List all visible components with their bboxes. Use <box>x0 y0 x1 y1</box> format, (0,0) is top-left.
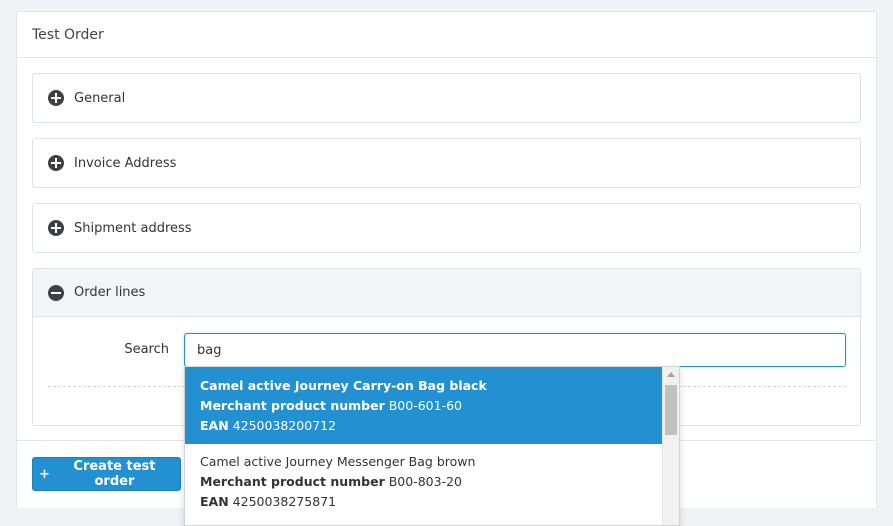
result-mpn-value: B00-803-20 <box>388 474 463 489</box>
section-general[interactable]: General <box>32 73 861 123</box>
search-label: Search <box>124 342 169 357</box>
result-name: Camel active Journey Carry-on Bag black <box>200 378 487 393</box>
section-invoice-address[interactable]: Invoice Address <box>32 138 861 188</box>
section-general-header[interactable]: General <box>33 74 860 122</box>
result-ean-label: EAN <box>200 418 229 433</box>
dropdown-scrollbar[interactable] <box>662 367 679 525</box>
panel-title: Test Order <box>32 26 104 43</box>
search-results-dropdown: Camel active Journey Carry-on Bag black … <box>184 366 680 526</box>
panel-header: Test Order <box>17 12 876 58</box>
result-ean-label: EAN <box>200 494 229 509</box>
plus-icon: + <box>39 466 50 482</box>
result-mpn-row: Merchant product number B00-601-60 <box>200 396 648 416</box>
result-mpn-label: Merchant product number <box>200 398 385 413</box>
result-ean-value: 4250038200712 <box>232 418 337 433</box>
search-row: Search <box>33 333 860 369</box>
result-ean-row: EAN 4250038275871 <box>200 492 648 512</box>
search-input[interactable] <box>184 333 846 367</box>
section-shipment-address-header[interactable]: Shipment address <box>33 204 860 252</box>
search-result-item[interactable]: Camel active Journey Messenger Bag brown… <box>185 443 663 512</box>
result-ean-row: EAN 4250038200712 <box>200 416 648 436</box>
result-mpn-label: Merchant product number <box>200 474 385 489</box>
plus-circle-icon <box>48 90 64 106</box>
section-invoice-address-label: Invoice Address <box>74 155 177 171</box>
plus-circle-icon <box>48 155 64 171</box>
section-general-label: General <box>74 90 126 106</box>
result-ean-value: 4250038275871 <box>232 494 337 509</box>
result-mpn-value: B00-601-60 <box>388 398 463 413</box>
section-order-lines-label: Order lines <box>74 285 146 300</box>
section-order-lines-header[interactable]: Order lines <box>33 269 860 317</box>
create-test-order-button[interactable]: + Create test order <box>32 457 181 491</box>
create-test-order-label: Create test order <box>73 459 156 489</box>
section-shipment-address[interactable]: Shipment address <box>32 203 861 253</box>
minus-circle-icon <box>48 284 64 301</box>
section-shipment-address-label: Shipment address <box>74 220 192 236</box>
plus-circle-icon <box>48 220 64 236</box>
section-invoice-address-header[interactable]: Invoice Address <box>33 139 860 187</box>
search-result-item[interactable]: Camel active Journey Carry-on Bag black … <box>185 367 663 444</box>
result-name: Camel active Journey Messenger Bag brown <box>200 454 476 469</box>
scroll-thumb[interactable] <box>665 385 677 435</box>
result-mpn-row: Merchant product number B00-803-20 <box>200 472 648 492</box>
scroll-up-arrow-icon[interactable] <box>667 372 675 377</box>
